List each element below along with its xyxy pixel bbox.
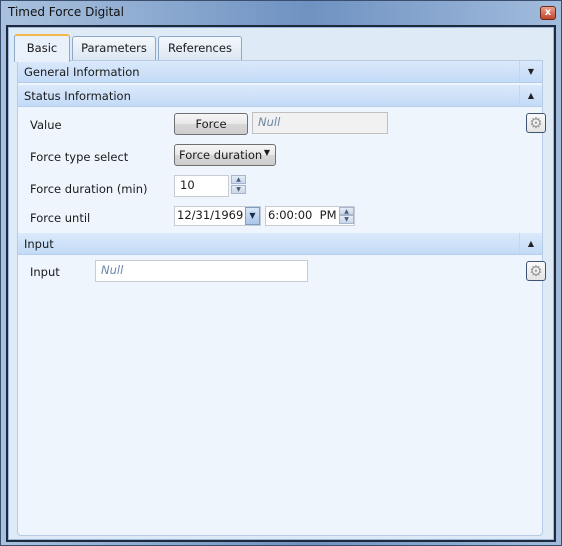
client-area: Basic Parameters References General Info… (6, 25, 556, 542)
value-options-button[interactable]: ⚙ (526, 113, 546, 133)
chevron-up-icon[interactable]: ▲ (519, 233, 542, 254)
spin-up-icon[interactable]: ▲ (231, 175, 246, 184)
window-title: Timed Force Digital (8, 5, 124, 19)
status-content: Value Force Null ⚙ Force type select For… (18, 107, 546, 233)
force-duration-stepper[interactable]: ▲ ▼ (231, 175, 246, 195)
spin-up-icon[interactable]: ▲ (339, 207, 354, 215)
force-duration-value: 10 (180, 178, 195, 192)
force-until-time-input[interactable]: 6:00:00 PM ▲ ▼ (265, 206, 355, 226)
title-bar[interactable]: Timed Force Digital x (1, 1, 561, 25)
tab-references[interactable]: References (158, 36, 242, 60)
chevron-up-icon[interactable]: ▲ (519, 85, 542, 106)
input-field[interactable]: Null (95, 260, 308, 282)
section-status-information[interactable]: Status Information ▲ (18, 85, 542, 107)
window: Timed Force Digital x Basic Parameters R… (0, 0, 562, 546)
tab-panel-basic: General Information ▼ Status Information… (17, 60, 546, 536)
tab-label: References (168, 41, 232, 55)
input-options-button[interactable]: ⚙ (526, 261, 546, 281)
tab-basic[interactable]: Basic (14, 34, 70, 62)
chevron-down-icon[interactable]: ▼ (519, 61, 542, 82)
force-duration-label: Force duration (min) (30, 182, 148, 196)
calendar-dropdown-icon[interactable]: ▼ (245, 207, 260, 225)
close-button[interactable]: x (540, 6, 556, 20)
section-title: Input (24, 237, 54, 251)
force-button[interactable]: Force (174, 113, 248, 135)
close-icon: x (544, 7, 552, 18)
section-input[interactable]: Input ▲ (18, 233, 542, 255)
value-label: Value (30, 118, 62, 132)
force-button-label: Force (195, 117, 227, 131)
value-field: Null (252, 112, 388, 134)
section-title: Status Information (24, 89, 131, 103)
force-until-date-value: 12/31/1969 (177, 208, 244, 222)
section-general-information[interactable]: General Information ▼ (18, 61, 542, 83)
section-title: General Information (24, 65, 140, 79)
tab-label: Basic (26, 41, 58, 55)
time-stepper[interactable]: ▲ ▼ (339, 207, 354, 224)
spin-down-icon[interactable]: ▼ (339, 215, 354, 224)
gear-icon: ⚙ (529, 114, 543, 132)
force-type-selected: Force duration (179, 148, 263, 162)
gear-icon: ⚙ (529, 262, 543, 280)
spin-down-icon[interactable]: ▼ (231, 185, 246, 194)
input-placeholder: Null (101, 263, 124, 277)
force-until-date-input[interactable]: 12/31/1969 ▼ (174, 206, 261, 226)
input-label: Input (30, 265, 60, 279)
chevron-down-icon: ▼ (263, 148, 270, 157)
value-placeholder: Null (258, 115, 281, 129)
input-content: Input Null ⚙ (18, 255, 546, 289)
force-until-label: Force until (30, 211, 91, 225)
tab-parameters[interactable]: Parameters (72, 36, 156, 60)
force-until-time-value: 6:00:00 PM (268, 208, 337, 222)
force-type-label: Force type select (30, 150, 129, 164)
tab-label: Parameters (81, 41, 147, 55)
force-type-select[interactable]: Force duration ▼ (174, 144, 276, 166)
force-duration-input[interactable]: 10 (174, 175, 229, 197)
